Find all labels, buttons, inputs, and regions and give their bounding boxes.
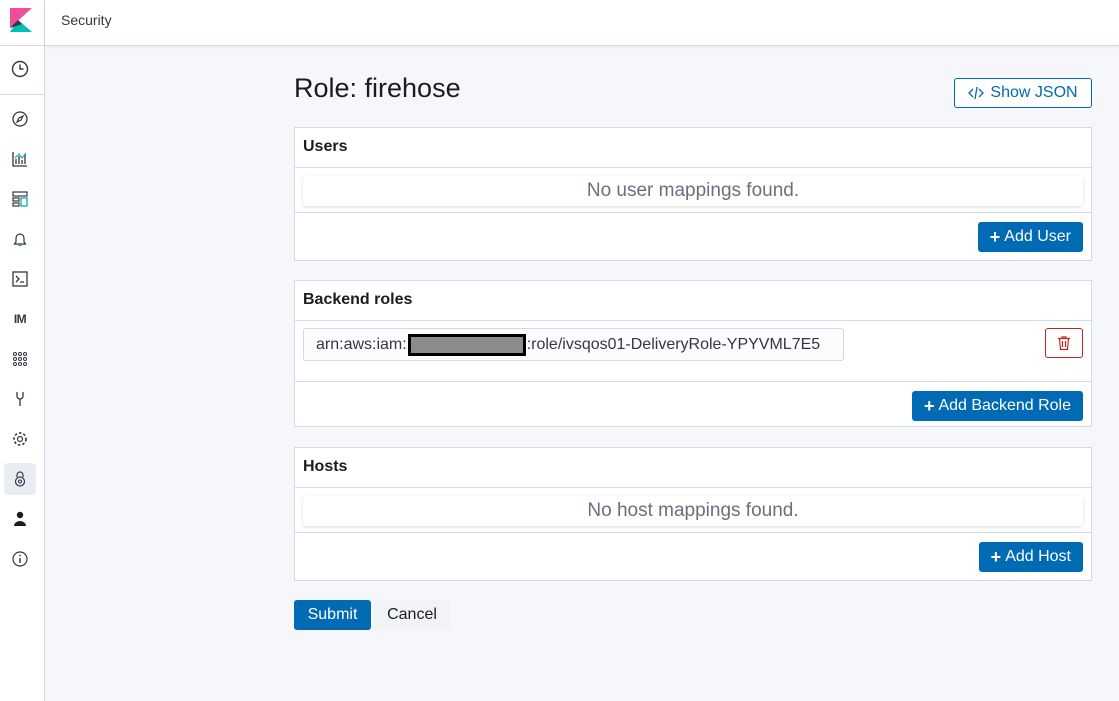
- nav-user[interactable]: [4, 503, 36, 535]
- nav-alerting[interactable]: [4, 223, 36, 255]
- nav-apps[interactable]: [4, 343, 36, 375]
- nav-dev-tools[interactable]: [4, 263, 36, 295]
- hosts-empty-message: No host mappings found.: [303, 496, 1083, 526]
- backend-roles-panel: Backend roles arn:aws:iam: :role/ivsqos01…: [294, 280, 1092, 427]
- redacted-account-id: [407, 333, 526, 356]
- nav-discover[interactable]: [4, 103, 36, 135]
- info-icon: [12, 551, 28, 567]
- gear-icon: [13, 432, 27, 446]
- user-icon: [14, 511, 26, 526]
- bell-icon: [13, 233, 27, 247]
- breadcrumb[interactable]: Security: [61, 12, 112, 28]
- compass-icon: [12, 111, 28, 127]
- nav-im[interactable]: IM: [4, 303, 36, 335]
- add-user-label: Add User: [1004, 228, 1071, 245]
- cancel-button[interactable]: Cancel: [374, 600, 450, 630]
- backend-roles-panel-title: Backend roles: [295, 281, 1091, 321]
- add-host-button[interactable]: + Add Host: [978, 542, 1083, 572]
- visualize-icon: [12, 152, 27, 167]
- backend-role-input[interactable]: arn:aws:iam: :role/ivsqos01-DeliveryRole-…: [303, 328, 844, 361]
- hosts-panel: Hosts No host mappings found. + Add Host: [294, 447, 1092, 581]
- users-panel: Users No user mappings found. + Add User: [294, 127, 1092, 261]
- nav-management[interactable]: [4, 423, 36, 455]
- backend-role-suffix: :role/ivsqos01-DeliveryRole-YPYVML7E5: [526, 335, 821, 353]
- nav-divider: [0, 94, 44, 95]
- nav-divider: [0, 45, 44, 46]
- wrench-icon: [16, 392, 24, 406]
- nav-help[interactable]: [4, 543, 36, 575]
- add-host-label: Add Host: [1005, 548, 1071, 565]
- add-backend-role-button[interactable]: + Add Backend Role: [911, 391, 1083, 421]
- submit-button[interactable]: Submit: [294, 600, 371, 630]
- show-json-button[interactable]: Show JSON: [954, 78, 1092, 108]
- plus-icon: +: [989, 226, 1001, 247]
- clock-icon: [11, 60, 29, 78]
- top-header: Security: [45, 0, 1119, 46]
- page-title: Role: firehose: [294, 73, 461, 103]
- console-icon: [12, 271, 28, 287]
- users-panel-footer: + Add User: [295, 212, 1091, 258]
- users-panel-title: Users: [295, 128, 1091, 168]
- dashboard-icon: [12, 191, 28, 207]
- delete-backend-role-button[interactable]: [1045, 328, 1083, 358]
- add-user-button[interactable]: + Add User: [977, 222, 1083, 252]
- nav-recent[interactable]: [4, 53, 36, 85]
- code-icon: [968, 86, 985, 100]
- backend-role-prefix: arn:aws:iam:: [316, 335, 407, 353]
- im-text-icon: IM: [13, 312, 27, 326]
- show-json-label: Show JSON: [990, 84, 1078, 101]
- plus-icon: +: [923, 395, 935, 416]
- nav-visualize[interactable]: [4, 143, 36, 175]
- add-backend-role-label: Add Backend Role: [938, 397, 1071, 414]
- plus-icon: +: [990, 546, 1002, 567]
- nav-dashboard[interactable]: [4, 183, 36, 215]
- kibana-logo-icon[interactable]: [10, 8, 32, 32]
- trash-icon: [1058, 336, 1070, 351]
- users-empty-message: No user mappings found.: [303, 176, 1083, 206]
- nav-tools[interactable]: [4, 383, 36, 415]
- hosts-panel-title: Hosts: [295, 448, 1091, 488]
- backend-role-row: arn:aws:iam: :role/ivsqos01-DeliveryRole-…: [295, 321, 1091, 381]
- security-lock-icon: [14, 471, 26, 487]
- nav-security[interactable]: [4, 463, 36, 495]
- backend-roles-panel-footer: + Add Backend Role: [295, 381, 1091, 427]
- grid-icon: [13, 352, 27, 366]
- side-nav: IM: [0, 0, 45, 701]
- hosts-panel-footer: + Add Host: [295, 532, 1091, 578]
